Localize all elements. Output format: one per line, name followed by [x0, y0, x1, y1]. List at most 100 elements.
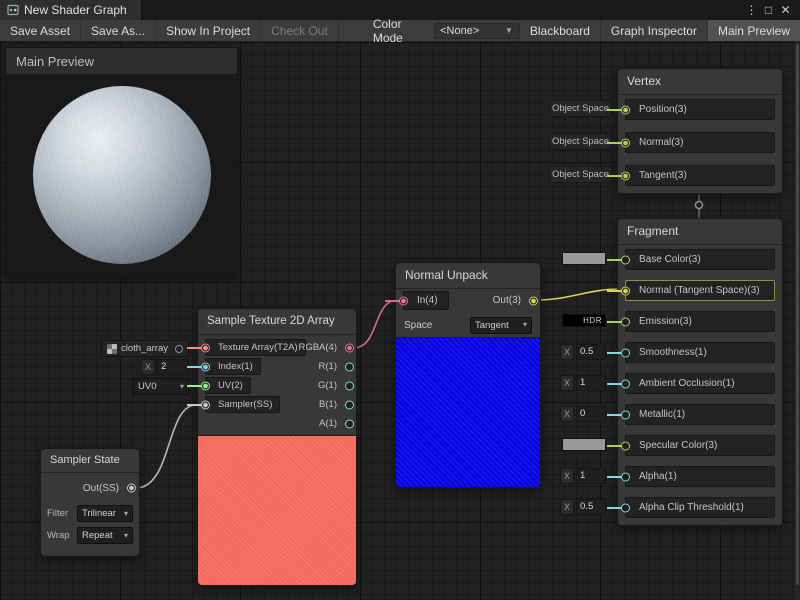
wire-samplerstate-to-sampler-ss[interactable]: [136, 405, 196, 488]
metallic-field[interactable]: X 0: [560, 406, 606, 422]
sampler-state-node[interactable]: Sampler State Out(SS) Filter Trilinear W…: [40, 448, 140, 557]
blackboard-button[interactable]: Blackboard: [519, 20, 600, 41]
port-base-color[interactable]: [621, 255, 630, 264]
save-asset-button[interactable]: Save Asset: [0, 20, 81, 41]
vertex-row-position: Position(3): [625, 99, 775, 120]
normal-unpack-node-title[interactable]: Normal Unpack: [396, 263, 540, 289]
port-in[interactable]: [399, 296, 408, 305]
sampler-state-node-title[interactable]: Sampler State: [41, 449, 139, 473]
vertex-node-title[interactable]: Vertex: [618, 69, 782, 95]
slot-label: Out(3): [493, 295, 521, 306]
sample-texture-node-title[interactable]: Sample Texture 2D Array: [198, 309, 356, 335]
main-preview-button[interactable]: Main Preview: [707, 20, 800, 41]
index-field[interactable]: X 2: [141, 359, 189, 375]
fragment-node-title[interactable]: Fragment: [618, 219, 782, 245]
save-as-button[interactable]: Save As...: [81, 20, 156, 41]
vertex-node[interactable]: Vertex Position(3) Normal(3) Tangent(3): [617, 68, 783, 194]
field-value[interactable]: 1: [576, 375, 606, 391]
specular-color-swatch[interactable]: [562, 438, 606, 451]
object-space-pill-normal[interactable]: Object Space: [549, 133, 612, 150]
axis-label: X: [560, 499, 574, 515]
port-smoothness[interactable]: [621, 348, 630, 357]
field-value[interactable]: 0: [576, 406, 606, 422]
wire-stub: [607, 352, 622, 354]
close-icon[interactable]: ✕: [777, 0, 794, 20]
slot-label: B(1): [319, 399, 337, 410]
chevron-down-icon: [124, 510, 128, 518]
field-value[interactable]: 1: [576, 468, 606, 484]
alpha-clip-threshold-field[interactable]: X 0.5: [560, 499, 606, 515]
port-alpha-clip-threshold[interactable]: [621, 503, 630, 512]
alpha-field[interactable]: X 1: [560, 468, 606, 484]
object-space-pill-position[interactable]: Object Space: [549, 100, 612, 117]
port-out[interactable]: [529, 296, 538, 305]
main-preview-panel: Main Preview: [5, 47, 238, 277]
port-ambient-occlusion[interactable]: [621, 379, 630, 388]
slot-label: Emission(3): [639, 316, 692, 327]
wrap-dropdown[interactable]: Repeat: [77, 527, 133, 544]
port-specular-color[interactable]: [621, 441, 630, 450]
port-normal[interactable]: [621, 138, 630, 147]
field-value[interactable]: 0.5: [576, 499, 606, 515]
port-alpha[interactable]: [621, 472, 630, 481]
texture-array-object-field[interactable]: cloth_array: [101, 340, 189, 357]
port-metallic[interactable]: [621, 410, 630, 419]
fragment-row-alpha-clip-threshold: Alpha Clip Threshold(1): [625, 497, 775, 518]
port-emission[interactable]: [621, 317, 630, 326]
window-menu-icon[interactable]: ⋮: [743, 0, 760, 20]
wire-stub: [607, 414, 622, 416]
wire-stub: [607, 507, 622, 509]
slot-label: RGBA(4): [298, 342, 337, 353]
wire-stub: [607, 109, 622, 111]
main-preview-header[interactable]: Main Preview: [6, 48, 237, 75]
field-value[interactable]: 0.5: [576, 344, 606, 360]
smoothness-field[interactable]: X 0.5: [560, 344, 606, 360]
port-position[interactable]: [621, 105, 630, 114]
port-rgba[interactable]: [345, 343, 354, 352]
vertical-scrollbar-thumb[interactable]: [796, 44, 799, 585]
slot-label: A(1): [319, 418, 337, 429]
color-mode-dropdown[interactable]: <None>: [434, 23, 519, 39]
port-out-ss[interactable]: [127, 484, 136, 493]
slot-label: Sampler(SS): [218, 399, 272, 410]
ambient-occlusion-field[interactable]: X 1: [560, 375, 606, 391]
object-picker-icon[interactable]: [175, 345, 183, 353]
space-label: Object Space: [552, 169, 609, 180]
port-b[interactable]: [345, 400, 354, 409]
slot-label: Base Color(3): [639, 254, 701, 265]
vertex-fragment-link-node[interactable]: [696, 202, 703, 209]
slot-label: Metallic(1): [639, 409, 685, 420]
field-value[interactable]: 2: [157, 359, 189, 375]
main-preview-body: [6, 75, 237, 276]
graph-canvas[interactable]: Main Preview Object Space Object Space O…: [0, 42, 800, 600]
object-space-pill-tangent[interactable]: Object Space: [549, 166, 612, 183]
vertical-scrollbar: [795, 42, 800, 600]
wire-rgba-to-in[interactable]: [353, 300, 398, 348]
port-uv[interactable]: [201, 381, 210, 390]
port-r[interactable]: [345, 362, 354, 371]
port-sampler[interactable]: [201, 400, 210, 409]
slot-label: Smoothness(1): [639, 347, 707, 358]
base-color-swatch[interactable]: [562, 252, 606, 265]
maximize-icon[interactable]: □: [760, 0, 777, 20]
port-tangent[interactable]: [621, 171, 630, 180]
graph-inspector-button[interactable]: Graph Inspector: [600, 20, 707, 41]
port-g[interactable]: [345, 381, 354, 390]
show-in-project-button[interactable]: Show In Project: [156, 20, 261, 41]
port-normal-tangent-space[interactable]: [621, 286, 630, 295]
wire-stub: [187, 385, 202, 387]
port-texture-array[interactable]: [201, 343, 210, 352]
filter-dropdown[interactable]: Trilinear: [77, 505, 133, 522]
emission-hdr-swatch[interactable]: HDR: [562, 314, 606, 327]
tab-new-shader-graph[interactable]: New Shader Graph: [0, 0, 142, 20]
fragment-node[interactable]: Fragment Base Color(3) Normal (Tangent S…: [617, 218, 783, 526]
wire-stub: [607, 383, 622, 385]
port-index[interactable]: [201, 362, 210, 371]
uv-channel-dropdown[interactable]: UV0: [133, 378, 189, 395]
sample-texture-2d-array-node[interactable]: Sample Texture 2D Array Texture Array(T2…: [197, 308, 357, 586]
normal-unpack-node[interactable]: Normal Unpack In(4) Out(3) Space Tangent: [395, 262, 541, 488]
port-a[interactable]: [345, 419, 354, 428]
slot-label: Texture Array(T2A): [218, 342, 298, 353]
space-dropdown[interactable]: Tangent: [470, 317, 532, 334]
wrap-label: Wrap: [47, 530, 70, 541]
